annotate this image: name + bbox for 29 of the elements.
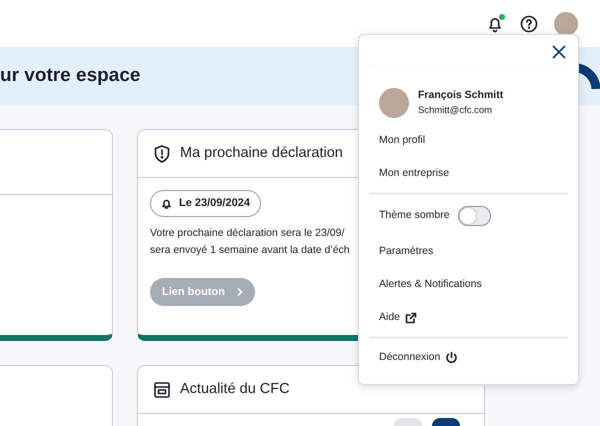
external-link-icon xyxy=(405,312,418,324)
shield-icon xyxy=(152,144,172,164)
help-button[interactable] xyxy=(520,14,538,32)
description-text: Votre prochaine déclaration sera le 23/09/ xyxy=(150,226,344,240)
toggle-switch[interactable] xyxy=(458,206,491,226)
menu-item[interactable]: Mon profil xyxy=(369,124,568,157)
menu-item[interactable]: Mon entreprise xyxy=(369,157,568,190)
help-icon xyxy=(520,14,538,32)
bell-icon xyxy=(161,198,172,209)
menu-item[interactable]: Paramètres xyxy=(369,235,568,268)
close-button[interactable] xyxy=(552,45,566,59)
date-text: Le 23/09/2024 xyxy=(179,196,250,211)
banner-title: ur votre espace xyxy=(0,64,140,88)
description-text: sera envoyé 1 semaine avant la date d’éch xyxy=(150,242,350,258)
arc-drawing xyxy=(578,63,600,89)
logout-button[interactable]: Déconnexion xyxy=(369,341,568,374)
chevron-icon xyxy=(236,288,243,296)
newspaper-icon xyxy=(152,380,172,400)
card-title: Actualité du CFC xyxy=(180,380,290,399)
toggle-label: Thème sombre xyxy=(379,208,450,224)
close-icon xyxy=(552,45,566,59)
user-email: Schmitt@cfc.com xyxy=(418,104,494,118)
power-icon xyxy=(445,351,458,364)
notification-button[interactable] xyxy=(486,14,504,32)
menu-item[interactable]: Alertes & Notifications xyxy=(369,268,568,301)
menu-item[interactable]: Aide xyxy=(369,301,568,334)
card-title: Ma prochaine déclaration xyxy=(180,144,343,163)
user-name: François Schmitt xyxy=(418,88,504,103)
avatar xyxy=(379,88,409,118)
